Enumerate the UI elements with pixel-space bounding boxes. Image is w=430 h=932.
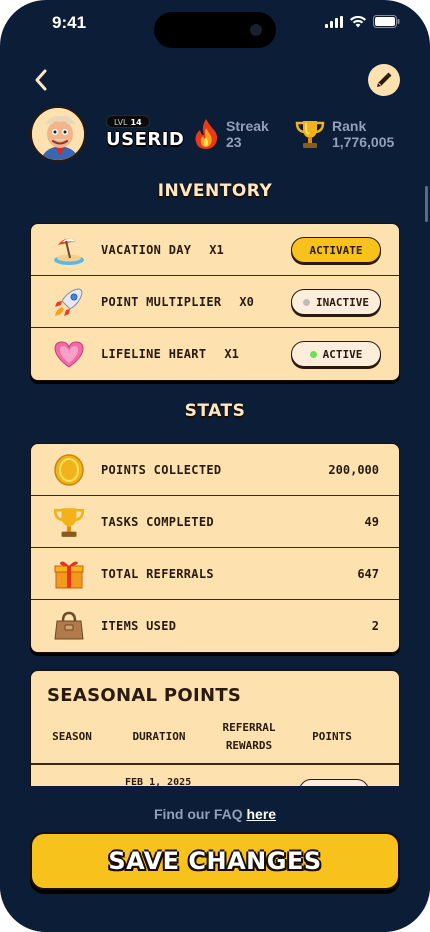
stat-name: TOTAL REFERRALS	[101, 566, 214, 581]
battery-icon	[373, 15, 400, 28]
stat-value: 647	[357, 566, 379, 581]
trophy-icon	[295, 121, 325, 148]
cellular-signal-icon	[325, 15, 343, 28]
item-name: VACATION DAY	[101, 242, 192, 257]
pencil-icon	[377, 72, 392, 87]
heart-icon	[47, 336, 91, 372]
rank-stat: Rank 1,776,005	[294, 118, 394, 150]
wifi-icon	[350, 15, 366, 27]
status-dot	[309, 350, 317, 358]
header-referral-rewards: REFERRAL REWARDS	[222, 721, 276, 752]
save-changes-button[interactable]: SAVE CHANGES	[30, 832, 400, 890]
avatar-character-icon	[32, 108, 84, 160]
item-name: POINT MULTIPLIER	[101, 294, 222, 309]
inventory-row-lifeline-heart: LIFELINE HEART X1 ACTIVE	[31, 328, 399, 380]
status-time: 9:41	[52, 13, 87, 32]
stat-name: POINTS COLLECTED	[101, 462, 222, 477]
stat-value: 2	[371, 619, 379, 633]
stat-name: ITEMS USED	[101, 619, 177, 633]
stats-row-items-used: ITEMS USED 2	[31, 600, 399, 652]
coin-icon	[47, 452, 91, 488]
seasonal-points-title: SEASONAL POINTS	[47, 685, 242, 706]
level-value: 14	[130, 118, 142, 127]
streak-label: Streak	[226, 118, 269, 134]
phone-screen: 9:41 LVL 14 USERID Streak 23 Rank 1,776,…	[0, 0, 430, 932]
inventory-row-point-multiplier: POINT MULTIPLIER X0 INACTIVE	[31, 276, 399, 328]
trophy-icon	[47, 504, 91, 540]
save-changes-label: SAVE CHANGES	[108, 847, 322, 875]
inventory-title: INVENTORY	[157, 181, 273, 201]
level-badge: LVL 14	[106, 115, 150, 128]
table-divider	[31, 763, 399, 765]
stats-row-points: POINTS COLLECTED 200,000	[31, 444, 399, 496]
avatar[interactable]	[30, 106, 86, 162]
faq-label: Find our FAQ	[153, 806, 243, 822]
stat-value: 200,000	[328, 462, 379, 477]
stats-row-referrals: TOTAL REFERRALS 647	[31, 548, 399, 600]
faq-text: Find our FAQ here	[0, 806, 430, 822]
back-button[interactable]	[28, 66, 54, 94]
inventory-row-vacation-day: VACATION DAY X1 ACTIVATE	[31, 224, 399, 276]
item-name: LIFELINE HEART	[101, 347, 207, 361]
bag-icon	[47, 608, 91, 644]
dynamic-island	[154, 12, 276, 48]
camera-icon	[250, 24, 262, 36]
fire-icon	[195, 119, 218, 149]
status-label: INACTIVE	[316, 295, 369, 309]
stat-name: TASKS COMPLETED	[101, 514, 214, 529]
status-dot	[303, 298, 310, 306]
status-icons	[325, 15, 400, 28]
stats-card: POINTS COLLECTED 200,000 TASKS COMPLETED…	[30, 443, 400, 653]
rocket-icon	[47, 284, 91, 320]
stats-title: STATS	[184, 401, 246, 421]
level-label: LVL	[114, 118, 128, 127]
stat-value: 49	[364, 514, 379, 529]
inventory-card: VACATION DAY X1 ACTIVATE POINT MULTIPLIE…	[30, 223, 400, 381]
faq-link[interactable]: here	[246, 806, 276, 822]
inactive-toggle[interactable]: INACTIVE	[291, 289, 381, 315]
status-label: ACTIVE	[322, 347, 363, 361]
item-quantity: X1	[209, 242, 224, 257]
header-season: SEASON	[52, 730, 92, 743]
activate-button[interactable]: ACTIVATE	[291, 237, 381, 263]
header-duration: DURATION	[132, 730, 186, 743]
stats-row-tasks: TASKS COMPLETED 49	[31, 496, 399, 548]
streak-stat: Streak 23	[192, 118, 269, 150]
streak-value: 23	[226, 134, 242, 150]
rank-label: Rank	[332, 118, 367, 134]
active-toggle[interactable]: ACTIVE	[291, 341, 381, 367]
item-quantity: X1	[224, 347, 239, 361]
scrollbar[interactable]	[425, 186, 428, 222]
gift-icon	[47, 556, 91, 592]
username: USERID	[106, 129, 185, 150]
item-quantity: X0	[239, 294, 254, 309]
rank-value: 1,776,005	[332, 134, 395, 150]
chevron-left-icon	[35, 69, 47, 91]
status-label: ACTIVATE	[309, 243, 363, 257]
header-points: POINTS	[312, 730, 352, 743]
edit-profile-button[interactable]	[368, 64, 400, 96]
beach-umbrella-icon	[47, 232, 91, 268]
